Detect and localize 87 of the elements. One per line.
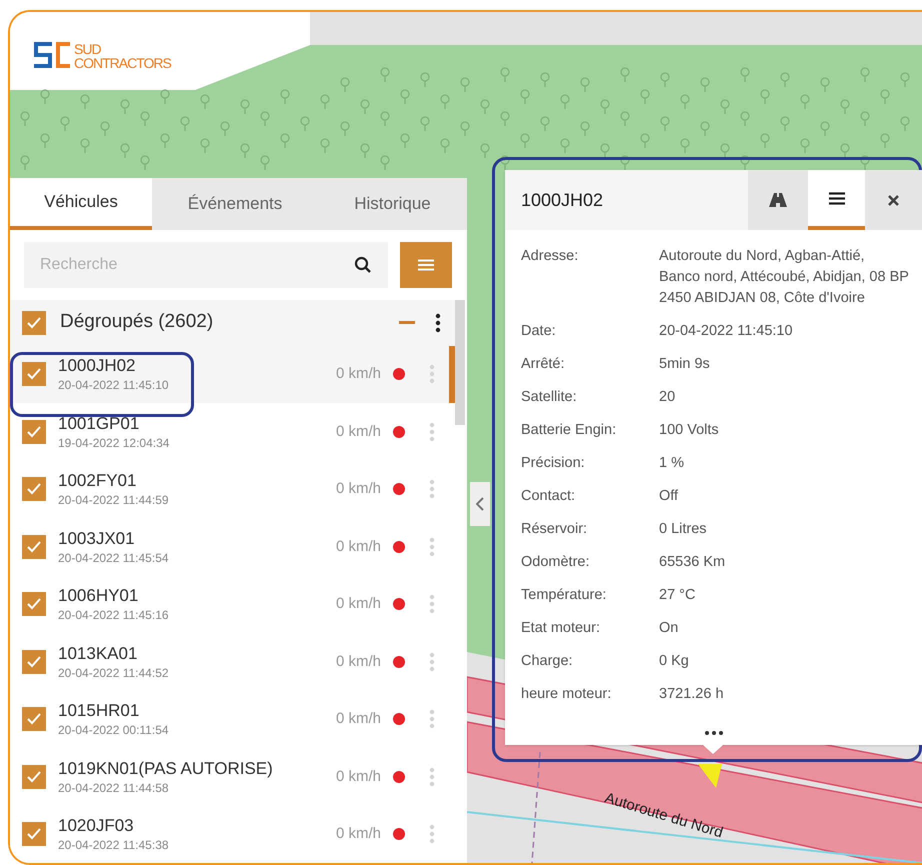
- vehicle-timestamp: 20-04-2022 11:45:10: [58, 377, 170, 394]
- vehicle-row[interactable]: 1000JH02 20-04-2022 11:45:10 0 km/h: [10, 346, 455, 403]
- field-label: Adresse:: [521, 247, 580, 266]
- field-label: Réservoir:: [521, 520, 588, 539]
- vehicle-timestamp: 20-04-2022 11:44:58: [58, 780, 170, 796]
- group-label: Dégroupés (2602): [60, 310, 214, 334]
- vehicle-name: 1006HY01: [58, 585, 140, 608]
- field-value: 3721.26 h: [659, 685, 725, 704]
- field-label: Température:: [521, 586, 608, 605]
- vehicle-speed: 0 km/h: [336, 709, 381, 729]
- vehicle-speed: 0 km/h: [336, 824, 381, 844]
- field-label: Charge:: [521, 652, 574, 671]
- vehicle-speed: 0 km/h: [336, 536, 381, 556]
- vehicle-speed: 0 km/h: [336, 364, 381, 384]
- checkbox[interactable]: [22, 650, 46, 674]
- vehicle-name: 1001GP01: [58, 412, 140, 435]
- field-value: 27 °C: [659, 586, 696, 605]
- field-label: Etat moteur:: [521, 619, 601, 638]
- vehicle-name: 1000JH02: [58, 355, 137, 378]
- close-icon: [888, 194, 899, 206]
- list-icon: [828, 192, 844, 204]
- collapse-panel-button[interactable]: [470, 482, 490, 526]
- field-label: Odomètre:: [521, 553, 590, 572]
- field-value: On: [659, 619, 680, 638]
- vehicle-timestamp: 20-04-2022 11:45:54: [58, 550, 170, 566]
- vehicle-timestamp: 20-04-2022 00:11:54: [58, 722, 170, 738]
- more-options-icon[interactable]: [435, 312, 441, 332]
- checkbox[interactable]: [22, 592, 46, 616]
- field-value: Off: [659, 487, 680, 506]
- tab[interactable]: Événements: [152, 178, 318, 230]
- logo-mark-icon: [32, 42, 72, 70]
- vehicle-name: 1003JX01: [58, 528, 136, 550]
- checkbox[interactable]: [22, 310, 46, 334]
- vehicle-speed: 0 km/h: [336, 422, 381, 442]
- vehicle-name: 1002FY01: [58, 470, 138, 492]
- popup-tab[interactable]: [748, 170, 808, 230]
- collapse-icon[interactable]: [399, 320, 415, 324]
- field-label: Date:: [521, 322, 557, 341]
- field-label: Arrêté:: [521, 355, 566, 374]
- checkbox[interactable]: [22, 822, 46, 846]
- checkbox[interactable]: [22, 362, 46, 386]
- field-label: Batterie Engin:: [521, 421, 618, 440]
- vehicle-name: 1019KN01(PAS AUTORISE): [58, 758, 274, 780]
- field-value: 100 Volts: [659, 421, 720, 440]
- field-value: 0 Kg: [659, 652, 690, 671]
- tab[interactable]: Historique: [318, 178, 467, 230]
- vehicle-name: 1015HR01: [58, 700, 140, 722]
- vehicle-name: 1020JF03: [58, 815, 135, 838]
- logo-text: CONTRACTORS: [74, 56, 171, 70]
- vehicle-timestamp: 20-04-2022 11:45:38: [58, 837, 170, 854]
- checkbox[interactable]: [22, 534, 46, 559]
- checkbox[interactable]: [22, 764, 46, 789]
- vehicle-speed: 0 km/h: [336, 479, 381, 499]
- popup-tab[interactable]: [808, 170, 865, 230]
- vehicle-timestamp: 19-04-2022 12:04:34: [58, 434, 170, 451]
- vehicle-timestamp: 20-04-2022 11:45:16: [58, 607, 170, 624]
- menu-button[interactable]: [400, 242, 452, 288]
- vehicle-marker-icon: [698, 764, 722, 788]
- vehicle-name: 1013KA01: [58, 642, 138, 665]
- field-value: Autoroute du Nord, Agban-Attié, Banco nord, Attécoubé, Abidjan, 08 BP 2450 ABIDJAN 08, Côte d'Ivoire: [659, 247, 909, 308]
- field-label: heure moteur:: [521, 685, 612, 704]
- vehicle-speed: 0 km/h: [336, 594, 381, 614]
- field-label: Contact:: [521, 487, 576, 506]
- road-icon: [769, 193, 787, 207]
- popup-title: 1000JH02: [520, 188, 604, 212]
- vehicle-speed: 0 km/h: [336, 652, 381, 672]
- chevron-left-icon: [476, 497, 484, 511]
- checkbox[interactable]: [22, 477, 46, 502]
- field-value: 0 Litres: [659, 520, 708, 539]
- search-icon: [354, 256, 372, 274]
- checkbox[interactable]: [22, 420, 46, 444]
- vehicle-timestamp: 20-04-2022 11:44:52: [58, 664, 170, 681]
- menu-icon: [418, 258, 434, 271]
- field-value: 1 %: [659, 454, 685, 473]
- field-value: 65536 Km: [659, 553, 726, 572]
- checkbox[interactable]: [22, 707, 46, 732]
- logo-text: SUD: [74, 42, 102, 56]
- field-label: Satellite:: [521, 388, 578, 407]
- field-value: 5min 9s: [659, 355, 711, 374]
- field-label: Précision:: [521, 454, 586, 473]
- more-icon[interactable]: [704, 731, 722, 735]
- field-value: 20: [659, 388, 676, 407]
- vehicle-speed: 0 km/h: [336, 766, 381, 786]
- search-field[interactable]: Recherche: [24, 242, 388, 288]
- field-value: 20-04-2022 11:45:10: [659, 322, 794, 341]
- vehicle-timestamp: 20-04-2022 11:44:59: [58, 492, 170, 508]
- scrollbar[interactable]: [455, 300, 465, 424]
